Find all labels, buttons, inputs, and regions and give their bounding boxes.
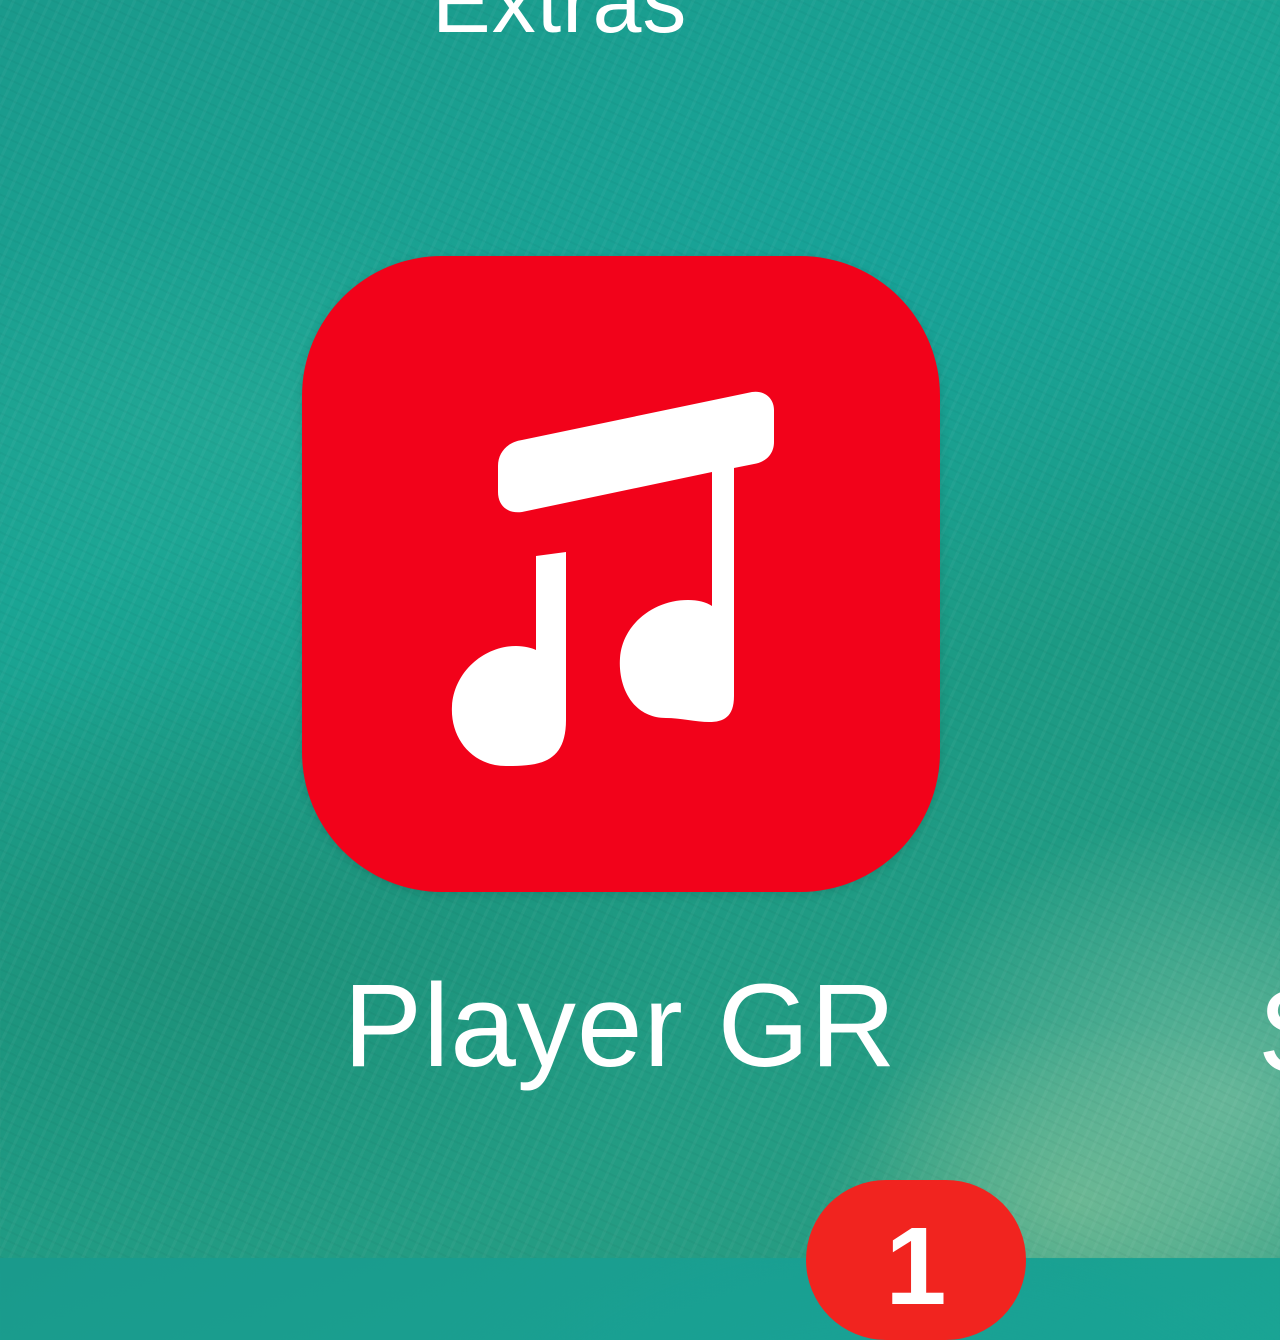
app-label[interactable]: Player GR [300, 961, 940, 1092]
partial-app-label[interactable]: S [1258, 968, 1280, 1098]
music-note-icon [451, 391, 774, 766]
player-gr-app-icon[interactable] [302, 256, 940, 892]
folder-label-extras[interactable]: Extras [432, 0, 812, 46]
badge-count: 1 [885, 1205, 947, 1328]
notification-badge: 1 [806, 1180, 1026, 1340]
